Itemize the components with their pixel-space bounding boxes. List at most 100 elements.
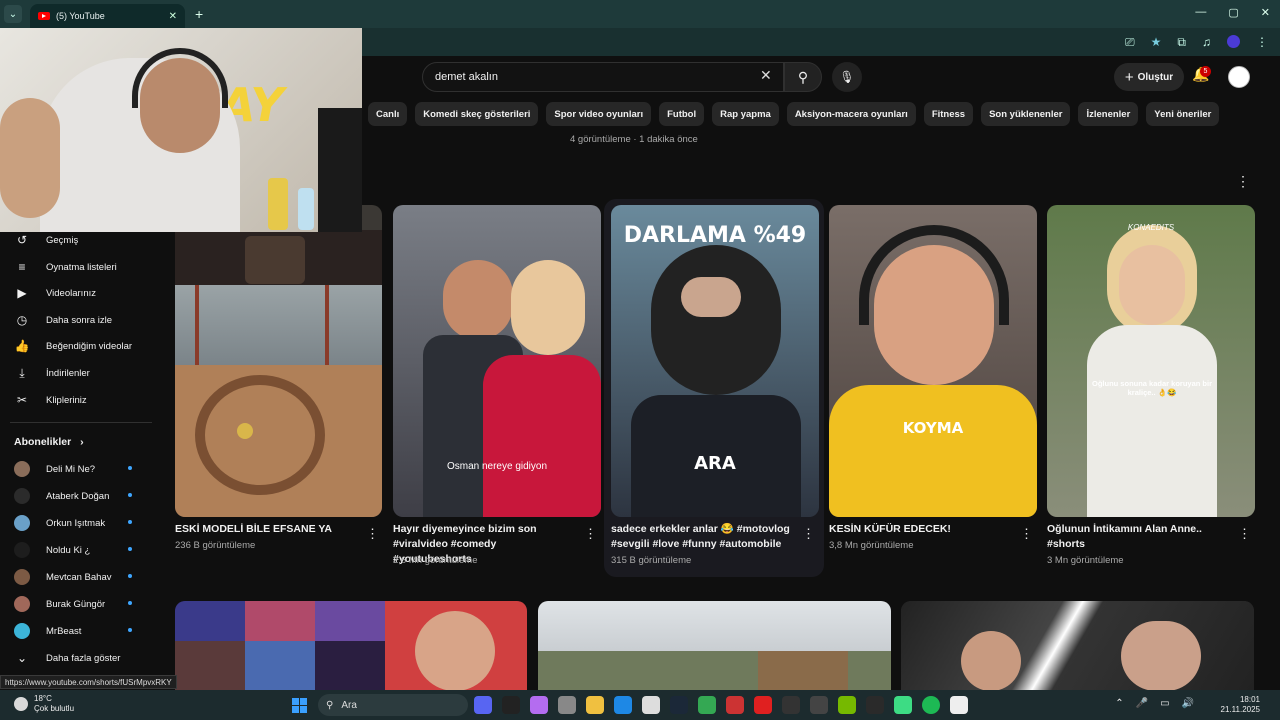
- chip-7[interactable]: Son yüklenenler: [981, 102, 1071, 126]
- sidebar-item-1[interactable]: ≡ Oynatma listeleri: [14, 257, 117, 277]
- media-controls-icon[interactable]: ♫: [1202, 35, 1211, 50]
- subscription-item-4[interactable]: Mevtcan Bahav: [14, 567, 144, 587]
- tab-youtube[interactable]: (5) YouTube ✕: [30, 4, 185, 28]
- video-thumbnail-1[interactable]: [175, 601, 527, 691]
- nvidia-icon[interactable]: [838, 696, 856, 714]
- create-button[interactable]: + Oluştur: [1114, 63, 1184, 91]
- clear-search-icon[interactable]: ✕: [760, 67, 772, 84]
- subscription-item-3[interactable]: Noldu Ki ¿: [14, 540, 144, 560]
- app-dark-icon[interactable]: [866, 696, 884, 714]
- epic-games-icon[interactable]: [502, 696, 520, 714]
- tab-search-button[interactable]: ⌄: [4, 5, 22, 23]
- chip-1[interactable]: Komedi skeç gösterileri: [415, 102, 539, 126]
- channel-avatar: [14, 623, 30, 639]
- sidebar-item-label: Oynatma listeleri: [46, 261, 117, 273]
- search-input[interactable]: demet akalın: [422, 62, 784, 92]
- short-card-2[interactable]: Osman nereye gidiyon: [393, 205, 601, 517]
- volume-icon[interactable]: 🔊: [1182, 698, 1194, 709]
- new-content-dot: [128, 520, 132, 524]
- short-3-more-icon[interactable]: ⋮: [802, 526, 815, 542]
- steam-icon[interactable]: [670, 696, 688, 714]
- subscription-item-0[interactable]: Deli Mi Ne?: [14, 459, 144, 479]
- video-thumbnail-2[interactable]: [538, 601, 891, 691]
- sidebar-item-2[interactable]: ▶ Videolarınız: [14, 283, 96, 303]
- avatar[interactable]: [1228, 66, 1250, 88]
- short-card-1[interactable]: [175, 205, 382, 517]
- store-icon[interactable]: [642, 696, 660, 714]
- subscription-item-5[interactable]: Burak Güngör: [14, 594, 144, 614]
- taskbar-clock[interactable]: 18:01 21.11.2025: [1221, 695, 1260, 715]
- history-icon: ↺: [16, 233, 28, 247]
- settings-icon[interactable]: [558, 696, 576, 714]
- short-3-title[interactable]: sadece erkekler anlar 😂 #motovlog #sevgi…: [611, 522, 791, 552]
- sidebar-item-4[interactable]: 👍 Beğendiğim videolar: [14, 336, 133, 356]
- chip-3[interactable]: Futbol: [659, 102, 705, 126]
- chatgpt-icon[interactable]: [810, 696, 828, 714]
- short-5-title[interactable]: Oğlunun İntikamını Alan Anne.. #shorts: [1047, 522, 1227, 552]
- weather-widget[interactable]: 18°C Çok bulutlu: [14, 694, 74, 714]
- chrome-icon[interactable]: [698, 696, 716, 714]
- short-card-3[interactable]: DARLAMA %49 ARA: [611, 205, 819, 517]
- extensions-icon[interactable]: ⧉: [1177, 35, 1186, 50]
- weather-temp: 18°C: [34, 694, 52, 703]
- sidebar-item-3[interactable]: ◷ Daha sonra izle: [14, 310, 112, 330]
- video-thumbnail-3[interactable]: [901, 601, 1254, 691]
- chip-9[interactable]: Yeni öneriler: [1146, 102, 1220, 126]
- short-1-more-icon[interactable]: ⋮: [366, 526, 379, 542]
- copilot-icon[interactable]: [530, 696, 548, 714]
- short-4-more-icon[interactable]: ⋮: [1020, 526, 1033, 542]
- maximize-button[interactable]: ▢: [1228, 6, 1238, 19]
- short-5-more-icon[interactable]: ⋮: [1238, 526, 1251, 542]
- short-2-more-icon[interactable]: ⋮: [584, 526, 597, 542]
- minimize-button[interactable]: —: [1195, 6, 1206, 19]
- short-card-4[interactable]: KOYMA: [829, 205, 1037, 517]
- filter-chips: Canlı Komedi skeç gösterileri Spor video o…: [368, 102, 1220, 126]
- sidebar-item-5[interactable]: ⤓ İndirilenler: [14, 363, 89, 383]
- cloud-icon: [14, 697, 28, 711]
- spotify-icon[interactable]: [922, 696, 940, 714]
- shelf-more-icon[interactable]: ⋮: [1236, 173, 1250, 190]
- chip-4[interactable]: Rap yapma: [712, 102, 779, 126]
- sidebar-item-6[interactable]: ✂ Klipleriniz: [14, 390, 87, 410]
- search-button[interactable]: ⚲: [784, 62, 822, 92]
- file-explorer-icon[interactable]: [586, 696, 604, 714]
- chip-2[interactable]: Spor video oyunları: [546, 102, 652, 126]
- android-icon[interactable]: [894, 696, 912, 714]
- edge-icon[interactable]: [614, 696, 632, 714]
- chip-8[interactable]: İzlenenler: [1078, 102, 1139, 126]
- short-4-title[interactable]: KESİN KÜFÜR EDECEK!: [829, 522, 1009, 537]
- short-card-5[interactable]: KONAEDITS Oğlunu sonuna kadar koruyan bi…: [1047, 205, 1255, 517]
- show-more-button[interactable]: ⌄ Daha fazla göster: [14, 648, 121, 668]
- tab-close-icon[interactable]: ✕: [169, 11, 177, 22]
- subscription-label: Mevtcan Bahav: [46, 571, 112, 583]
- chip-6[interactable]: Fitness: [923, 102, 974, 126]
- obs-icon[interactable]: [950, 696, 968, 714]
- subscription-item-6[interactable]: MrBeast: [14, 621, 144, 641]
- chip-5[interactable]: Aksiyon-macera oyunları: [786, 102, 916, 126]
- subscription-item-1[interactable]: Ataberk Doğan: [14, 486, 144, 506]
- sidebar-item-0[interactable]: ↺ Geçmiş: [14, 230, 78, 250]
- app-red-icon[interactable]: [754, 696, 772, 714]
- capcut-icon[interactable]: [782, 696, 800, 714]
- voice-search-button[interactable]: 🎙: [832, 62, 862, 92]
- new-tab-button[interactable]: +: [195, 6, 203, 22]
- bookmark-star-icon[interactable]: ★: [1151, 35, 1162, 50]
- mail-icon[interactable]: [726, 696, 744, 714]
- taskbar-search[interactable]: ⚲ Ara: [318, 694, 468, 716]
- notification-badge: 5: [1200, 66, 1211, 77]
- chip-0[interactable]: Canlı: [368, 102, 408, 126]
- short-1-title[interactable]: ESKİ MODELİ BİLE EFSANE YA: [175, 522, 355, 537]
- close-window-button[interactable]: ✕: [1261, 6, 1270, 19]
- screen: ⌄ (5) YouTube ✕ + — ▢ ✕ ⎚ ★ ⧉ ♫ ⋮ AY dem…: [0, 0, 1280, 720]
- subscription-item-2[interactable]: Orkun Işıtmak: [14, 513, 144, 533]
- cast-icon[interactable]: ⎚: [1125, 35, 1135, 50]
- discord-icon[interactable]: [474, 696, 492, 714]
- tray-chevron-icon[interactable]: ⌃: [1115, 698, 1123, 709]
- subscriptions-heading[interactable]: Abonelikler ›: [14, 436, 84, 448]
- mic-tray-icon[interactable]: 🎤: [1136, 698, 1148, 709]
- menu-kebab-icon[interactable]: ⋮: [1256, 35, 1268, 50]
- window-controls: — ▢ ✕: [1195, 6, 1270, 19]
- display-icon[interactable]: ▭: [1160, 698, 1169, 709]
- windows-start-icon[interactable]: [292, 698, 307, 713]
- profile-icon[interactable]: [1227, 35, 1240, 48]
